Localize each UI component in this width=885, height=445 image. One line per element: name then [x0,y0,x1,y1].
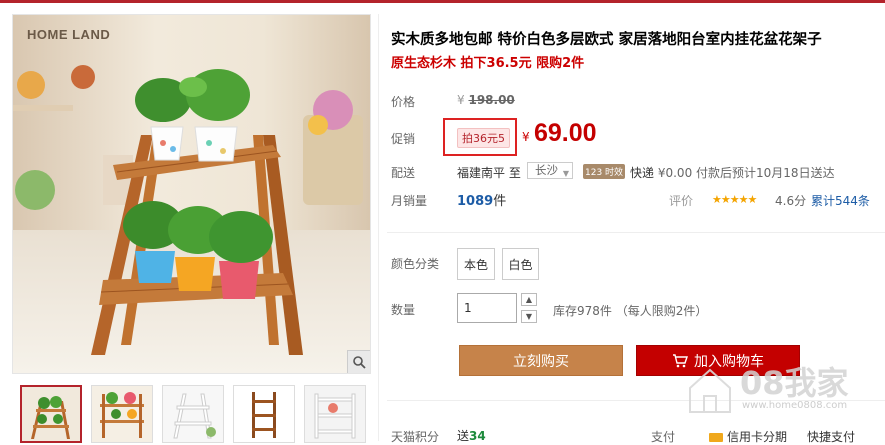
quantity-decrease-button[interactable]: ▼ [521,310,537,323]
quantity-input[interactable]: 1 [457,293,517,323]
thumbnail-2[interactable] [91,385,153,443]
delivery-method: 快递 [630,166,655,180]
quantity-label: 数量 [391,303,416,317]
promo-currency: ¥ [522,130,530,144]
payment-quick: 快捷支付 [807,430,856,444]
promo-label: 促销 [391,132,416,146]
stock-info: 库存978件 （每人限购2件） [553,304,708,318]
plant-stand-illustration [13,65,363,355]
review-count-link[interactable]: 累计544条 [811,192,870,209]
payment-credit: 信用卡分期 [709,428,787,445]
delivery-from: 福建南平 至 [457,164,521,181]
product-subtitle: 原生态杉木 拍下36.5元 限购2件 [391,56,585,71]
points-label: 天猫积分 [391,430,440,444]
monthly-sales: 1089件 [457,190,506,209]
watermark-url: www.home0808.com [742,400,848,411]
rating-stars-icon: ★★★★★ [712,193,757,206]
monthly-sales-count: 1089 [457,194,494,209]
thumbnail-1[interactable] [20,385,82,443]
product-title: 实木质多地包邮 特价白色多层欧式 家居落地阳台室内挂花盆花架子 [391,32,822,48]
zoom-icon[interactable] [347,350,370,373]
timeliness-badge: 123 时效 [583,164,626,179]
thumbnail-3[interactable] [162,385,224,443]
delivery-to-word: 至 [508,166,521,180]
chevron-down-icon: ▼ [562,169,569,178]
original-price-value: 198.00 [468,93,515,107]
buy-now-label: 立刻购买 [513,353,569,370]
payment-label: 支付 [651,430,676,444]
divider-1 [387,232,885,233]
delivery-origin: 福建南平 [457,166,506,180]
promo-price: 69.00 [534,119,597,147]
city-select[interactable]: 长沙 ▼ [527,162,573,179]
site-watermark: 08我家 www.home0808.com [670,348,885,426]
original-price-currency: ¥ [457,93,465,107]
thumbnail-4[interactable] [233,385,295,443]
city-value: 长沙 [535,163,558,177]
color-option-natural[interactable]: 本色 [457,248,495,280]
original-price: ¥ 198.00 [457,93,515,107]
monthly-sales-label: 月销量 [391,194,428,208]
main-product-image[interactable]: HOME LAND [12,14,371,374]
payment-credit-label: 信用卡分期 [727,430,788,444]
monthly-sales-unit: 件 [493,194,507,209]
delivery-label: 配送 [391,166,416,180]
thumbnail-strip [20,385,366,443]
delivery-fee: ¥0.00 [657,166,693,180]
color-option-label: 颜色分类 [391,257,440,271]
brand-logo: HOME LAND [27,27,111,42]
delivery-info: 快递 ¥0.00 付款后预计10月18日送达 [630,164,835,181]
watermark-text: 08我家 [740,364,849,402]
quantity-increase-button[interactable]: ▲ [521,293,537,306]
color-option-white[interactable]: 白色 [502,248,539,280]
review-label: 评价 [669,194,694,208]
rating-score: 4.6分 [775,194,807,208]
thumbnail-5[interactable] [304,385,366,443]
promo-tag: 拍36元5 [457,128,510,148]
buy-now-button[interactable]: 立刻购买 [459,345,623,376]
points-info: 送34 [457,427,486,444]
price-label: 价格 [391,95,416,109]
delivery-note: 付款后预计10月18日送达 [696,166,835,180]
top-accent-bar [0,0,885,3]
